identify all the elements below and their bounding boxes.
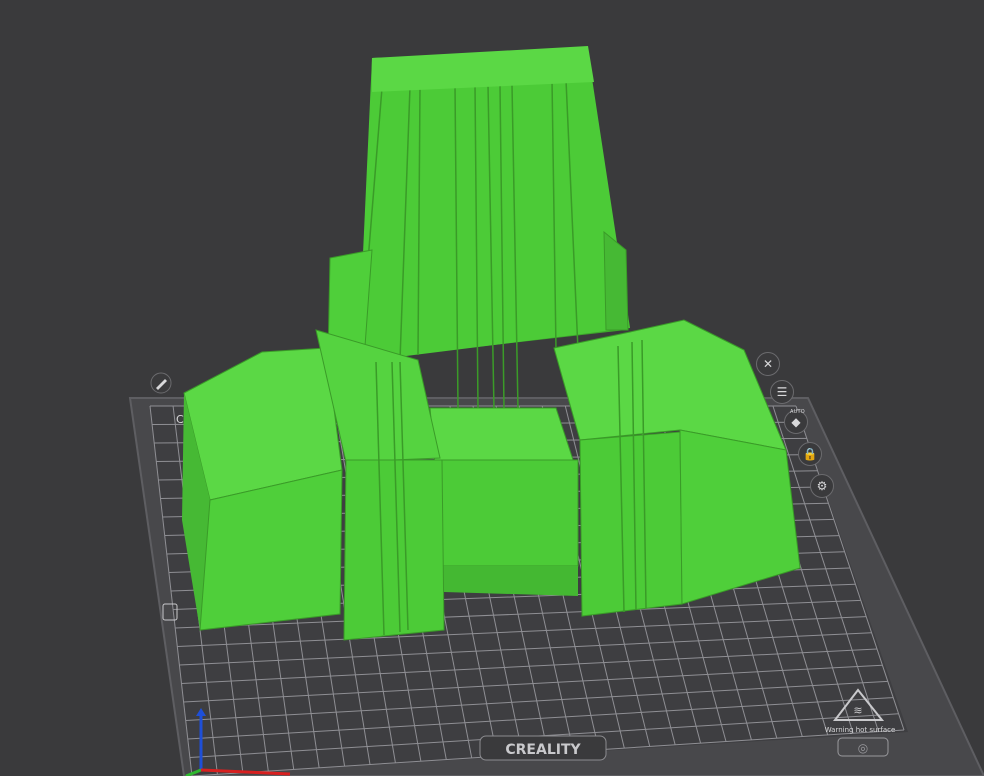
arrange-list-icon: ☰ (776, 385, 788, 399)
gear-icon: ⚙ (816, 479, 828, 493)
model-throne[interactable] (182, 46, 801, 641)
auto-orient-icon: ◆ (791, 415, 801, 429)
auto-label: AUTO (790, 409, 805, 415)
lock-icon: 🔒 (802, 447, 818, 461)
auto-orient-button[interactable]: AUTO ◆ (784, 409, 808, 434)
warning-text: Warning hot surface (825, 726, 896, 734)
fingerprint-icon: ◎ (858, 741, 868, 755)
settings-button[interactable]: ⚙ (810, 474, 834, 498)
bed-brand-text: CREALITY (505, 742, 581, 758)
edit-icon[interactable] (150, 372, 172, 394)
arrange-button[interactable]: ☰ (770, 380, 794, 404)
bed-logo: CREALITY (479, 735, 607, 761)
close-button[interactable]: ✕ (756, 352, 780, 376)
3d-viewport[interactable]: CREALITY ≋ Warning hot surface ◎ C (0, 0, 984, 776)
close-icon: ✕ (762, 357, 774, 371)
warning-icon: ≋ (853, 704, 862, 717)
lock-button[interactable]: 🔒 (798, 442, 822, 466)
bed-corner-label: C (176, 413, 184, 426)
